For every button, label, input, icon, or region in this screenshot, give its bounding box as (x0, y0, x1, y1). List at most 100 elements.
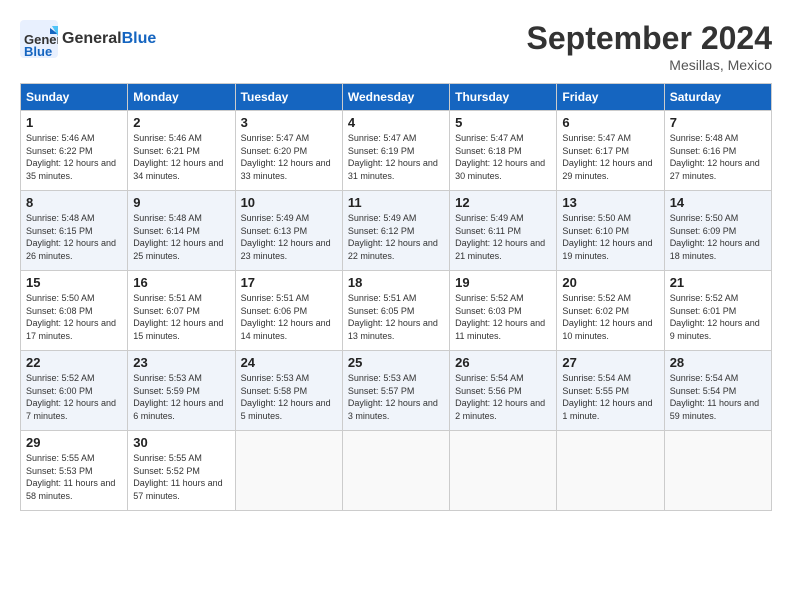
calendar-cell (557, 431, 664, 511)
day-number: 16 (133, 275, 229, 290)
day-number: 14 (670, 195, 766, 210)
title-block: September 2024 Mesillas, Mexico (527, 20, 772, 73)
logo-blue: Blue (122, 30, 157, 47)
calendar-cell: 24 Sunrise: 5:53 AMSunset: 5:58 PMDaylig… (235, 351, 342, 431)
calendar-cell (450, 431, 557, 511)
day-number: 2 (133, 115, 229, 130)
calendar-cell: 9 Sunrise: 5:48 AMSunset: 6:14 PMDayligh… (128, 191, 235, 271)
calendar-week-row: 29 Sunrise: 5:55 AMSunset: 5:53 PMDaylig… (21, 431, 772, 511)
calendar-body: 1 Sunrise: 5:46 AMSunset: 6:22 PMDayligh… (21, 111, 772, 511)
day-number: 6 (562, 115, 658, 130)
day-detail: Sunrise: 5:46 AMSunset: 6:22 PMDaylight:… (26, 133, 116, 181)
day-detail: Sunrise: 5:49 AMSunset: 6:12 PMDaylight:… (348, 213, 438, 261)
day-detail: Sunrise: 5:46 AMSunset: 6:21 PMDaylight:… (133, 133, 223, 181)
calendar-cell: 2 Sunrise: 5:46 AMSunset: 6:21 PMDayligh… (128, 111, 235, 191)
col-monday: Monday (128, 84, 235, 111)
page-header: General Blue GeneralBlue September 2024 … (20, 20, 772, 73)
calendar-cell: 6 Sunrise: 5:47 AMSunset: 6:17 PMDayligh… (557, 111, 664, 191)
day-number: 29 (26, 435, 122, 450)
calendar-cell: 7 Sunrise: 5:48 AMSunset: 6:16 PMDayligh… (664, 111, 771, 191)
day-number: 21 (670, 275, 766, 290)
day-detail: Sunrise: 5:52 AMSunset: 6:01 PMDaylight:… (670, 293, 760, 341)
day-detail: Sunrise: 5:49 AMSunset: 6:11 PMDaylight:… (455, 213, 545, 261)
col-friday: Friday (557, 84, 664, 111)
calendar-cell: 23 Sunrise: 5:53 AMSunset: 5:59 PMDaylig… (128, 351, 235, 431)
calendar-table: Sunday Monday Tuesday Wednesday Thursday… (20, 83, 772, 511)
col-saturday: Saturday (664, 84, 771, 111)
calendar-cell: 3 Sunrise: 5:47 AMSunset: 6:20 PMDayligh… (235, 111, 342, 191)
day-detail: Sunrise: 5:47 AMSunset: 6:19 PMDaylight:… (348, 133, 438, 181)
col-sunday: Sunday (21, 84, 128, 111)
calendar-cell (664, 431, 771, 511)
calendar-cell: 13 Sunrise: 5:50 AMSunset: 6:10 PMDaylig… (557, 191, 664, 271)
day-number: 12 (455, 195, 551, 210)
calendar-week-row: 1 Sunrise: 5:46 AMSunset: 6:22 PMDayligh… (21, 111, 772, 191)
logo-text: GeneralBlue (62, 29, 156, 48)
logo: General Blue GeneralBlue (20, 20, 156, 58)
calendar-cell: 14 Sunrise: 5:50 AMSunset: 6:09 PMDaylig… (664, 191, 771, 271)
calendar-cell: 15 Sunrise: 5:50 AMSunset: 6:08 PMDaylig… (21, 271, 128, 351)
calendar-cell: 1 Sunrise: 5:46 AMSunset: 6:22 PMDayligh… (21, 111, 128, 191)
calendar-cell: 8 Sunrise: 5:48 AMSunset: 6:15 PMDayligh… (21, 191, 128, 271)
logo-icon: General Blue (20, 20, 58, 58)
calendar-cell: 10 Sunrise: 5:49 AMSunset: 6:13 PMDaylig… (235, 191, 342, 271)
day-detail: Sunrise: 5:47 AMSunset: 6:18 PMDaylight:… (455, 133, 545, 181)
logo-general: General (62, 30, 122, 47)
calendar-cell: 19 Sunrise: 5:52 AMSunset: 6:03 PMDaylig… (450, 271, 557, 351)
day-number: 17 (241, 275, 337, 290)
day-number: 23 (133, 355, 229, 370)
col-thursday: Thursday (450, 84, 557, 111)
calendar-cell: 25 Sunrise: 5:53 AMSunset: 5:57 PMDaylig… (342, 351, 449, 431)
calendar-cell: 28 Sunrise: 5:54 AMSunset: 5:54 PMDaylig… (664, 351, 771, 431)
day-detail: Sunrise: 5:50 AMSunset: 6:10 PMDaylight:… (562, 213, 652, 261)
day-detail: Sunrise: 5:48 AMSunset: 6:15 PMDaylight:… (26, 213, 116, 261)
day-detail: Sunrise: 5:55 AMSunset: 5:52 PMDaylight:… (133, 453, 222, 501)
header-row: Sunday Monday Tuesday Wednesday Thursday… (21, 84, 772, 111)
day-number: 15 (26, 275, 122, 290)
day-number: 24 (241, 355, 337, 370)
day-detail: Sunrise: 5:51 AMSunset: 6:07 PMDaylight:… (133, 293, 223, 341)
day-number: 22 (26, 355, 122, 370)
day-detail: Sunrise: 5:53 AMSunset: 5:57 PMDaylight:… (348, 373, 438, 421)
calendar-cell: 27 Sunrise: 5:54 AMSunset: 5:55 PMDaylig… (557, 351, 664, 431)
calendar-cell: 4 Sunrise: 5:47 AMSunset: 6:19 PMDayligh… (342, 111, 449, 191)
calendar-cell: 5 Sunrise: 5:47 AMSunset: 6:18 PMDayligh… (450, 111, 557, 191)
month-title: September 2024 (527, 20, 772, 57)
day-number: 8 (26, 195, 122, 210)
calendar-cell (235, 431, 342, 511)
calendar-cell: 17 Sunrise: 5:51 AMSunset: 6:06 PMDaylig… (235, 271, 342, 351)
calendar-cell: 16 Sunrise: 5:51 AMSunset: 6:07 PMDaylig… (128, 271, 235, 351)
calendar-cell: 12 Sunrise: 5:49 AMSunset: 6:11 PMDaylig… (450, 191, 557, 271)
day-detail: Sunrise: 5:54 AMSunset: 5:56 PMDaylight:… (455, 373, 545, 421)
day-number: 5 (455, 115, 551, 130)
day-number: 13 (562, 195, 658, 210)
day-detail: Sunrise: 5:53 AMSunset: 5:58 PMDaylight:… (241, 373, 331, 421)
day-detail: Sunrise: 5:50 AMSunset: 6:08 PMDaylight:… (26, 293, 116, 341)
day-number: 18 (348, 275, 444, 290)
calendar-header: Sunday Monday Tuesday Wednesday Thursday… (21, 84, 772, 111)
day-number: 27 (562, 355, 658, 370)
calendar-week-row: 15 Sunrise: 5:50 AMSunset: 6:08 PMDaylig… (21, 271, 772, 351)
svg-text:Blue: Blue (24, 44, 52, 58)
col-wednesday: Wednesday (342, 84, 449, 111)
day-detail: Sunrise: 5:55 AMSunset: 5:53 PMDaylight:… (26, 453, 115, 501)
calendar-week-row: 22 Sunrise: 5:52 AMSunset: 6:00 PMDaylig… (21, 351, 772, 431)
col-tuesday: Tuesday (235, 84, 342, 111)
calendar-cell: 22 Sunrise: 5:52 AMSunset: 6:00 PMDaylig… (21, 351, 128, 431)
calendar-cell: 21 Sunrise: 5:52 AMSunset: 6:01 PMDaylig… (664, 271, 771, 351)
day-detail: Sunrise: 5:48 AMSunset: 6:16 PMDaylight:… (670, 133, 760, 181)
day-detail: Sunrise: 5:52 AMSunset: 6:02 PMDaylight:… (562, 293, 652, 341)
day-number: 25 (348, 355, 444, 370)
day-detail: Sunrise: 5:50 AMSunset: 6:09 PMDaylight:… (670, 213, 760, 261)
day-number: 1 (26, 115, 122, 130)
day-number: 30 (133, 435, 229, 450)
day-number: 10 (241, 195, 337, 210)
day-number: 3 (241, 115, 337, 130)
calendar-cell: 20 Sunrise: 5:52 AMSunset: 6:02 PMDaylig… (557, 271, 664, 351)
calendar-cell: 30 Sunrise: 5:55 AMSunset: 5:52 PMDaylig… (128, 431, 235, 511)
day-number: 7 (670, 115, 766, 130)
day-detail: Sunrise: 5:52 AMSunset: 6:00 PMDaylight:… (26, 373, 116, 421)
calendar-cell: 11 Sunrise: 5:49 AMSunset: 6:12 PMDaylig… (342, 191, 449, 271)
location-subtitle: Mesillas, Mexico (527, 57, 772, 73)
day-detail: Sunrise: 5:51 AMSunset: 6:05 PMDaylight:… (348, 293, 438, 341)
